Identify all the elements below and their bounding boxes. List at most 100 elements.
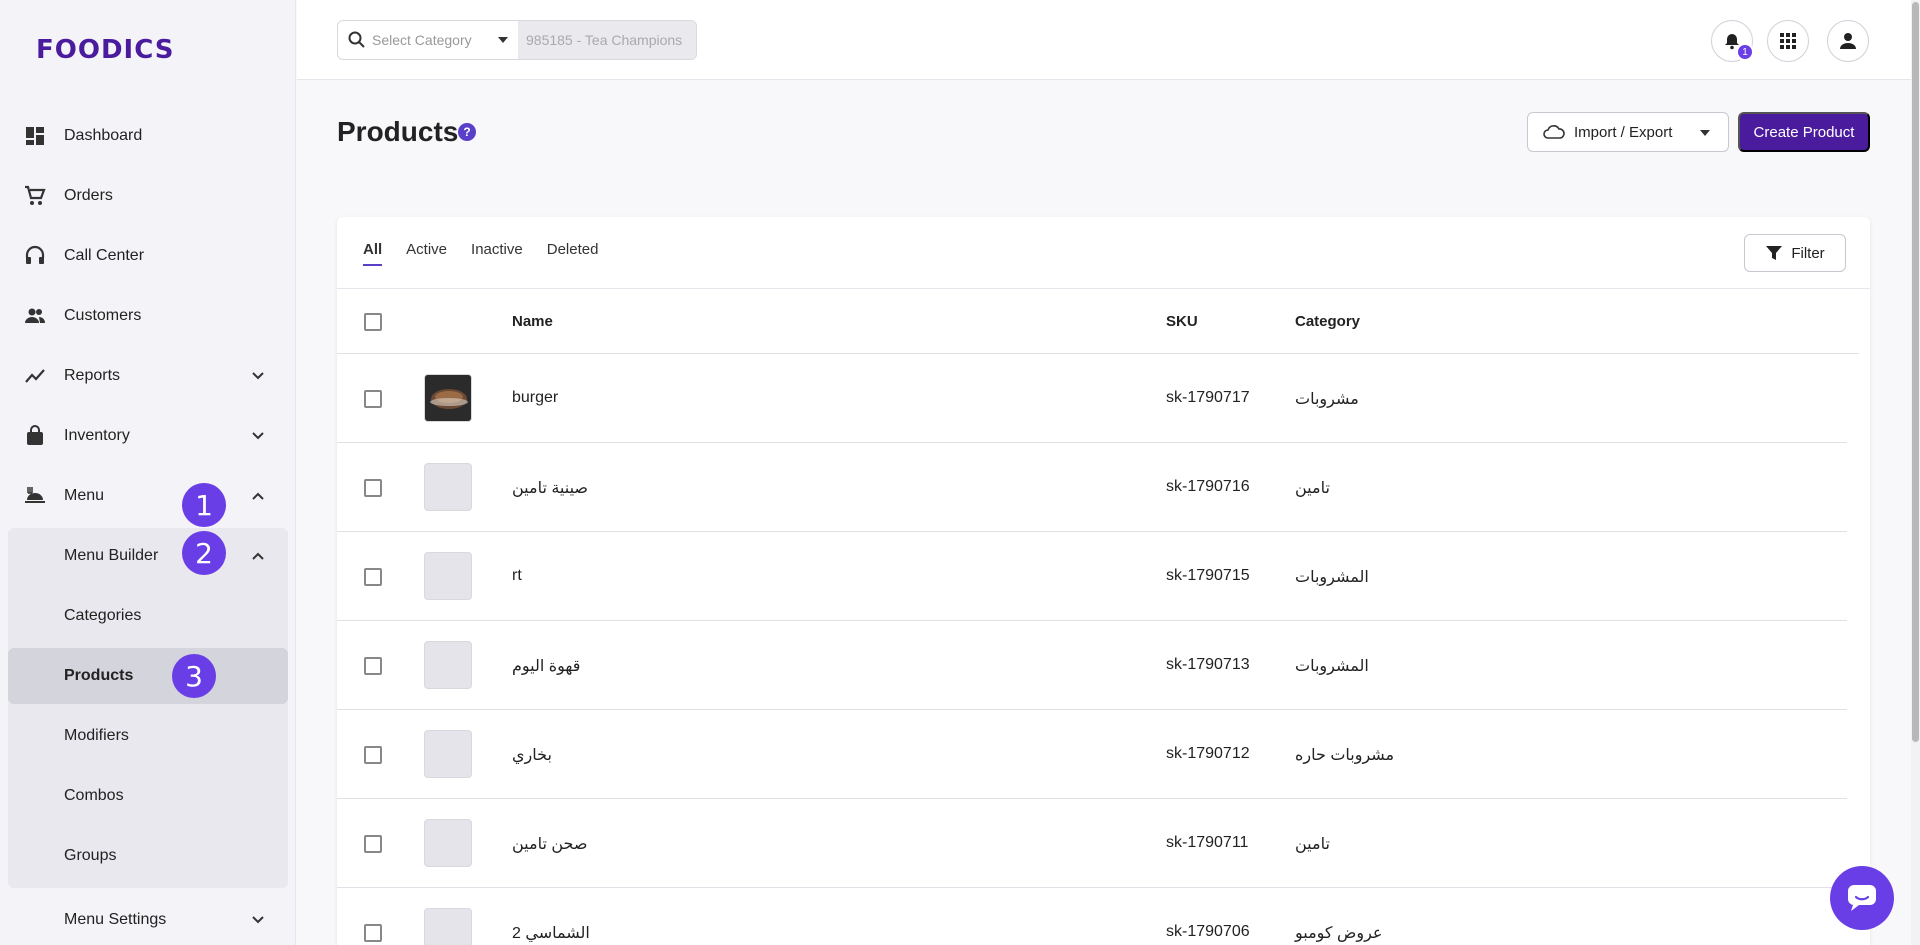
cart-icon: [24, 185, 46, 207]
table-row[interactable]: قهوة اليوم sk-1790713 المشروبات: [337, 621, 1847, 710]
column-header-sku[interactable]: SKU: [1166, 313, 1198, 330]
product-name[interactable]: rt: [512, 567, 522, 585]
product-sku: sk-1790713: [1166, 656, 1250, 673]
row-checkbox[interactable]: [364, 924, 382, 942]
product-name[interactable]: بخاري: [512, 745, 552, 765]
product-image-placeholder: [424, 641, 472, 689]
product-name[interactable]: الشماسي 2: [512, 923, 590, 943]
sidebar-item-modifiers[interactable]: Modifiers: [8, 708, 288, 764]
sidebar: FOODICS Dashboard Orders Call Center Cus…: [0, 0, 296, 945]
column-header-name[interactable]: Name: [512, 313, 553, 330]
product-name[interactable]: قهوة اليوم: [512, 656, 580, 676]
category-select[interactable]: Select Category: [338, 21, 518, 59]
row-checkbox[interactable]: [364, 746, 382, 764]
row-checkbox[interactable]: [364, 568, 382, 586]
help-icon[interactable]: ?: [458, 123, 476, 141]
sidebar-item-orders[interactable]: Orders: [8, 168, 288, 224]
sidebar-item-reports[interactable]: Reports: [8, 348, 288, 404]
step-badge: 1: [182, 483, 226, 527]
table-row[interactable]: burger sk-1790717 مشروبات: [337, 354, 1847, 443]
sidebar-item-inventory[interactable]: Inventory: [8, 408, 288, 464]
notifications-button[interactable]: 1: [1711, 20, 1754, 62]
cloud-icon: [1543, 125, 1565, 139]
filter-label: Filter: [1791, 244, 1825, 262]
sidebar-item-categories[interactable]: Categories: [8, 588, 288, 644]
column-header-category[interactable]: Category: [1295, 313, 1360, 330]
products-card: All Active Inactive Deleted Filter Name …: [337, 217, 1870, 945]
top-bar: Select Category 985185 - Tea Champions 1: [297, 0, 1920, 80]
sidebar-item-label: Categories: [64, 607, 142, 624]
caret-down-icon: [498, 37, 508, 43]
apps-button[interactable]: [1767, 20, 1809, 62]
import-export-label: Import / Export: [1574, 123, 1673, 141]
select-all-checkbox[interactable]: [364, 313, 382, 331]
search-icon: [348, 31, 365, 48]
product-image: [424, 374, 472, 422]
table-row[interactable]: الشماسي 2 sk-1790706 عروض كومبو: [337, 888, 1847, 945]
sidebar-item-label: Modifiers: [64, 727, 129, 744]
product-sku: sk-1790712: [1166, 745, 1250, 762]
foodics-logo[interactable]: FOODICS: [36, 36, 186, 62]
chat-bubble-icon: [1848, 885, 1876, 911]
product-name[interactable]: صحن تامين: [512, 834, 587, 854]
sidebar-item-label: Orders: [64, 187, 113, 204]
row-checkbox[interactable]: [364, 479, 382, 497]
sidebar-item-products[interactable]: Products: [8, 648, 288, 704]
status-tabs: All Active Inactive Deleted: [363, 241, 598, 266]
import-export-button[interactable]: Import / Export: [1527, 112, 1729, 152]
scrollbar-thumb[interactable]: [1912, 2, 1919, 742]
sidebar-item-label: Call Center: [64, 247, 145, 264]
table-row[interactable]: صينية تامين sk-1790716 تامين: [337, 443, 1847, 532]
sidebar-item-combos[interactable]: Combos: [8, 768, 288, 824]
account-button[interactable]: [1827, 20, 1869, 62]
product-category: تامين: [1295, 480, 1330, 497]
product-category: عروض كومبو: [1295, 925, 1383, 942]
tab-inactive[interactable]: Inactive: [471, 241, 523, 266]
table-row[interactable]: صحن تامين sk-1790711 تامين: [337, 799, 1847, 888]
trend-icon: [24, 365, 46, 387]
people-icon: [24, 305, 46, 327]
sidebar-item-groups[interactable]: Groups: [8, 828, 288, 884]
category-select-placeholder: Select Category: [372, 32, 472, 48]
product-name[interactable]: صينية تامين: [512, 478, 588, 498]
table-row[interactable]: rt sk-1790715 المشروبات: [337, 532, 1847, 621]
row-checkbox[interactable]: [364, 835, 382, 853]
row-checkbox[interactable]: [364, 657, 382, 675]
menu-dish-icon: [24, 485, 46, 507]
svg-text:FOODICS: FOODICS: [36, 36, 175, 62]
sidebar-item-menu-builder[interactable]: Menu Builder: [8, 528, 288, 584]
sidebar-item-menu-settings[interactable]: Menu Settings: [8, 892, 288, 945]
product-category: المشروبات: [1295, 569, 1369, 586]
sidebar-item-dashboard[interactable]: Dashboard: [8, 108, 288, 164]
product-image-placeholder: [424, 730, 472, 778]
product-category: مشروبات: [1295, 391, 1359, 408]
step-badge: 3: [172, 654, 216, 698]
sidebar-item-label: Dashboard: [64, 127, 143, 144]
create-product-button[interactable]: Create Product: [1738, 112, 1870, 152]
chevron-down-icon: [252, 432, 264, 440]
chat-support-button[interactable]: [1830, 866, 1894, 930]
tab-deleted[interactable]: Deleted: [547, 241, 599, 266]
branch-field[interactable]: 985185 - Tea Champions: [518, 21, 696, 59]
sidebar-item-menu[interactable]: Menu: [8, 468, 288, 524]
tab-active[interactable]: Active: [406, 241, 447, 266]
sidebar-item-label: Customers: [64, 307, 142, 324]
chevron-up-icon: [252, 552, 264, 560]
sidebar-item-call-center[interactable]: Call Center: [8, 228, 288, 284]
tab-all[interactable]: All: [363, 241, 383, 266]
sidebar-item-label: Groups: [64, 847, 117, 864]
chevron-down-icon: [252, 916, 264, 924]
table-row[interactable]: بخاري sk-1790712 مشروبات حاره: [337, 710, 1847, 799]
page-scrollbar[interactable]: [1911, 0, 1920, 945]
product-image-placeholder: [424, 552, 472, 600]
row-checkbox[interactable]: [364, 390, 382, 408]
product-sku: sk-1790715: [1166, 567, 1250, 584]
apps-grid-icon: [1780, 33, 1796, 49]
bag-icon: [24, 425, 46, 447]
filter-button[interactable]: Filter: [1744, 234, 1846, 272]
product-name[interactable]: burger: [512, 389, 558, 407]
sidebar-item-label: Reports: [64, 367, 121, 384]
sidebar-item-customers[interactable]: Customers: [8, 288, 288, 344]
product-image-placeholder: [424, 819, 472, 867]
sidebar-item-label: Inventory: [64, 427, 130, 444]
